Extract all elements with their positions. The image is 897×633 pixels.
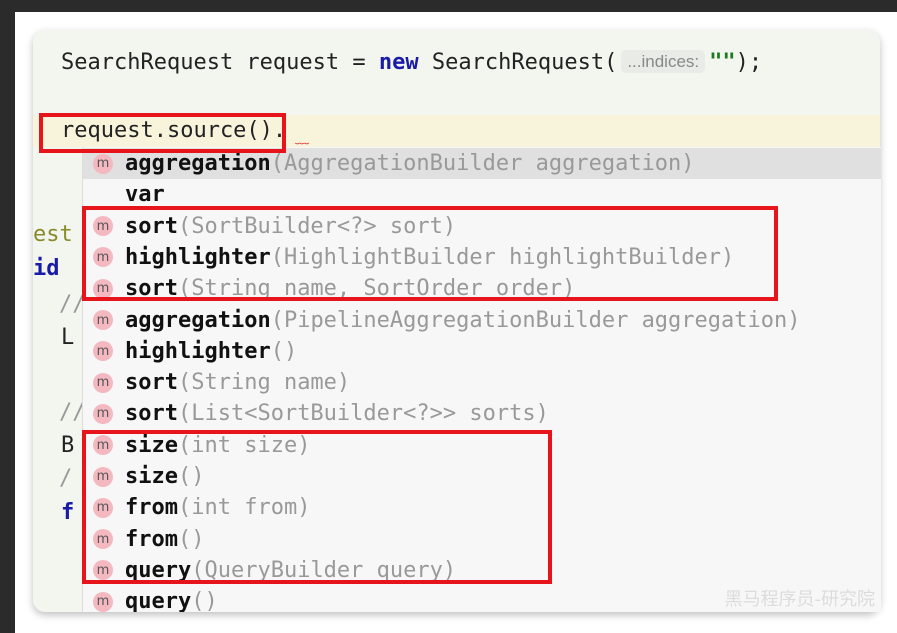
completion-item[interactable]: m aggregation (PipelineAggregationBuilder … — [83, 305, 881, 336]
completion-item[interactable]: m sort (String name) — [83, 367, 881, 398]
completion-item-name: query — [125, 589, 192, 612]
statement-end: ); — [735, 50, 763, 75]
method-icon: m — [93, 591, 113, 612]
watermark: 黑马程序员-研究院 — [724, 589, 876, 610]
gutter-text: f — [61, 500, 75, 525]
annotation-box-size-from-query — [82, 430, 552, 584]
annotation-box-source — [39, 113, 286, 153]
completion-item-params: (AggregationBuilder aggregation) — [270, 151, 695, 176]
completion-item-name: aggregation — [125, 307, 271, 333]
completion-item[interactable]: m highlighter() — [83, 336, 881, 367]
error-squiggle: ﹏ — [295, 131, 309, 147]
type-name: SearchRequest — [61, 50, 234, 75]
completion-item-params: () — [270, 338, 298, 364]
completion-item-name: aggregation — [125, 151, 271, 176]
completion-item[interactable]: m sort (List<SortBuilder<?>> sorts) — [83, 398, 881, 429]
completion-item-name: sort — [125, 401, 178, 427]
method-icon: m — [93, 341, 113, 362]
method-icon: m — [93, 372, 113, 393]
constructor: SearchRequest( — [418, 50, 618, 75]
completion-item-params: (String name) — [177, 370, 351, 396]
string-literal: "" — [709, 50, 736, 75]
parameter-hint: ...indices: — [621, 50, 706, 73]
completion-item-params: () — [191, 589, 218, 612]
completion-item-name: highlighter — [125, 338, 271, 364]
keyword-new: new — [378, 50, 419, 75]
method-icon: m — [93, 403, 113, 424]
gutter-text: id — [33, 256, 60, 281]
gutter-text: L — [61, 325, 75, 350]
variable: request = — [233, 50, 379, 75]
gutter-text: est — [33, 222, 73, 247]
method-icon: m — [93, 153, 113, 174]
gutter-text: / — [59, 466, 73, 491]
completion-item-name: var — [125, 182, 165, 208]
code-line-search-request[interactable]: SearchRequest request = new SearchReques… — [61, 47, 762, 78]
completion-item-params: (PipelineAggregationBuilder aggregation) — [270, 307, 801, 333]
completion-item-params: (List<SortBuilder<?>> sorts) — [177, 401, 549, 427]
method-icon: m — [93, 310, 113, 330]
completion-item-name: sort — [125, 370, 178, 396]
annotation-box-sort-highlighter — [82, 206, 778, 301]
gutter-text: B — [61, 433, 75, 458]
